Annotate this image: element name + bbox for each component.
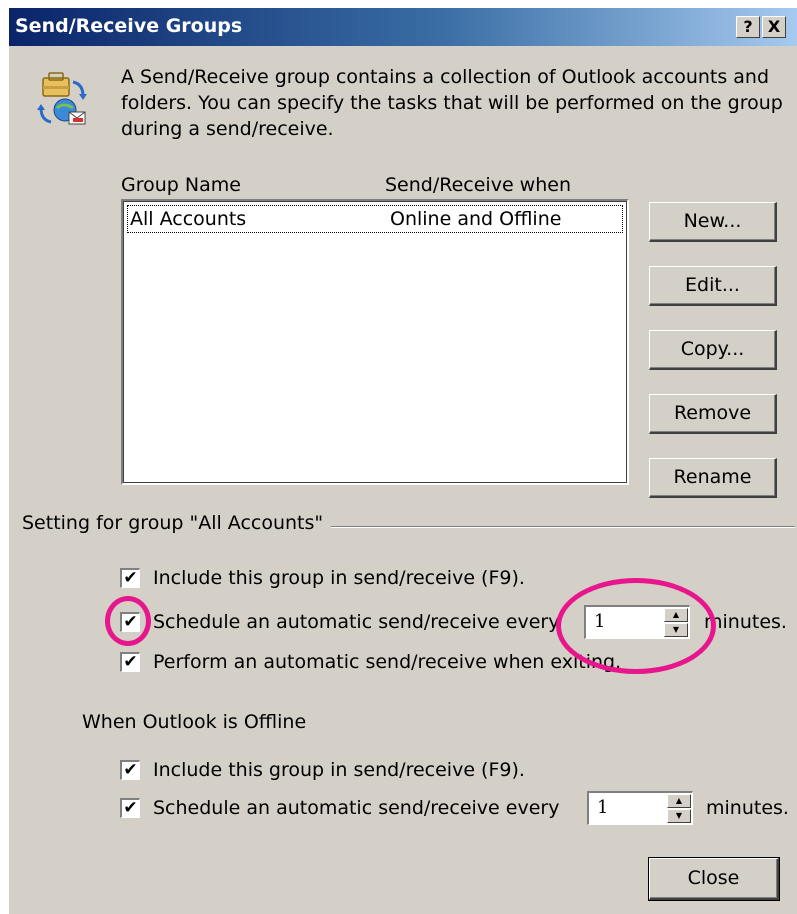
offline-minutes-spinner[interactable]: 1 ▲ ▼ [587,791,693,825]
group-settings-legend: Setting for group "All Accounts" [22,512,332,534]
group-when-cell: Online and Offline [390,208,562,230]
online-include-checkbox[interactable]: ✔ [120,568,140,588]
close-button[interactable]: Close [648,857,780,901]
background-strip [0,0,8,914]
send-receive-groups-dialog: Send/Receive Groups ? X A Send/Receive g… [8,8,797,914]
online-exit-label[interactable]: Perform an automatic send/receive when e… [153,651,621,673]
annotation-circle-checkbox [105,596,151,646]
offline-minutes-label: minutes. [706,797,789,819]
spin-down-icon[interactable]: ▼ [667,809,691,823]
new-button[interactable]: New... [649,202,777,242]
online-include-label[interactable]: Include this group in send/receive (F9). [153,567,525,589]
group-name-cell: All Accounts [130,208,247,230]
title-bar[interactable]: Send/Receive Groups ? X [9,8,797,46]
offline-heading: When Outlook is Offline [82,711,307,733]
offline-include-label[interactable]: Include this group in send/receive (F9). [153,759,525,781]
close-icon[interactable]: X [762,16,786,38]
offline-minutes-value[interactable]: 1 [597,797,608,818]
help-button[interactable]: ? [736,16,760,38]
offline-schedule-label[interactable]: Schedule an automatic send/receive every [153,797,559,819]
edit-button[interactable]: Edit... [649,266,777,306]
copy-button[interactable]: Copy... [649,330,777,370]
online-exit-checkbox[interactable]: ✔ [120,652,140,672]
remove-button[interactable]: Remove [649,394,777,434]
column-header-send-receive-when[interactable]: Send/Receive when [385,174,571,196]
online-schedule-label[interactable]: Schedule an automatic send/receive every [153,611,559,633]
offline-spin-buttons: ▲ ▼ [667,794,691,823]
list-item[interactable]: All Accounts Online and Offline [127,205,623,233]
annotation-circle-minutes [556,578,716,674]
groups-listbox[interactable]: All Accounts Online and Offline [121,199,629,485]
send-receive-icon [37,72,87,125]
offline-schedule-checkbox[interactable]: ✔ [120,798,140,818]
online-minutes-label: minutes. [704,611,787,633]
rename-button[interactable]: Rename [649,458,777,498]
spin-up-icon[interactable]: ▲ [667,794,691,808]
offline-include-checkbox[interactable]: ✔ [120,760,140,780]
column-header-group-name[interactable]: Group Name [121,174,241,196]
dialog-description: A Send/Receive group contains a collecti… [121,66,783,140]
dialog-title: Send/Receive Groups [15,15,243,37]
